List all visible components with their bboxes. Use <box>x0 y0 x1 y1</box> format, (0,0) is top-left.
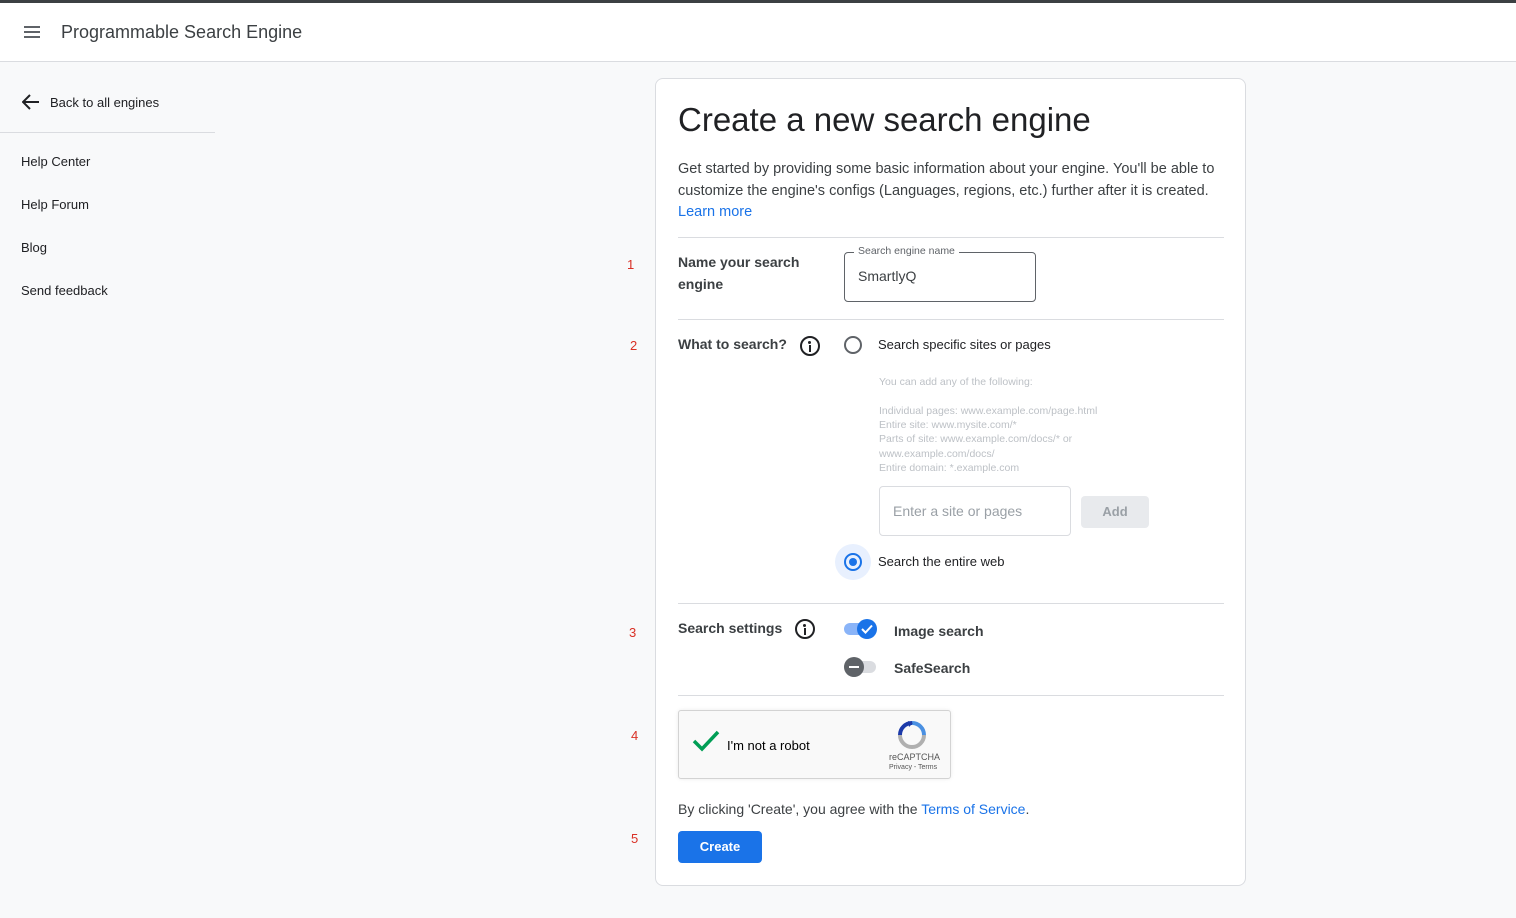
sidebar-item-help-forum[interactable]: Help Forum <box>21 197 89 212</box>
recaptcha-privacy-terms[interactable]: Privacy - Terms <box>889 764 937 771</box>
step-number: 4 <box>631 728 639 743</box>
hint-line: You can add any of the following: <box>879 376 1033 388</box>
info-icon[interactable] <box>795 619 815 639</box>
divider <box>678 603 1224 604</box>
divider <box>678 237 1224 238</box>
hint-line: Entire domain: *.example.com <box>879 462 1020 474</box>
option-entire-web-label: Search the entire web <box>878 554 1005 569</box>
learn-more-link[interactable]: Learn more <box>678 204 752 220</box>
add-site-button[interactable]: Add <box>1081 496 1149 528</box>
arrow-back-icon <box>22 94 39 110</box>
divider <box>678 695 1224 696</box>
hint-line: www.example.com/docs/ <box>879 448 995 460</box>
sidebar-item-help-center[interactable]: Help Center <box>21 154 90 169</box>
radio-entire-web[interactable] <box>844 553 862 571</box>
captcha-label: I'm not a robot <box>727 738 810 753</box>
step-number: 5 <box>631 831 639 846</box>
back-link-label: Back to all engines <box>50 95 160 110</box>
site-input[interactable] <box>893 503 1063 519</box>
what-to-search-label: What to search? <box>678 336 787 352</box>
engine-name-field[interactable]: Search engine name <box>844 245 1036 302</box>
search-settings-label: Search settings <box>678 620 783 636</box>
sidebar-item-send-feedback[interactable]: Send feedback <box>21 283 108 298</box>
terms-of-service-link[interactable]: Terms of Service <box>921 801 1025 817</box>
create-engine-card: Create a new search engine Get started b… <box>655 78 1246 886</box>
terms-notice: By clicking 'Create', you agree with the… <box>678 801 1029 817</box>
minus-icon <box>849 666 859 668</box>
create-button[interactable]: Create <box>678 831 762 863</box>
terms-suffix: . <box>1025 801 1030 817</box>
radio-specific-sites[interactable] <box>844 336 862 354</box>
recaptcha-widget: I'm not a robot reCAPTCHA Privacy - Term… <box>678 710 951 779</box>
safesearch-toggle[interactable] <box>844 657 878 677</box>
back-to-all-engines-link[interactable]: Back to all engines <box>0 62 215 133</box>
recaptcha-logo-icon <box>898 721 926 749</box>
sidebar: Back to all engines Help Center Help For… <box>0 62 215 918</box>
recaptcha-brand: reCAPTCHA <box>889 752 941 762</box>
menu-icon[interactable] <box>18 18 46 46</box>
step-number: 3 <box>629 625 637 640</box>
hint-line: Parts of site: www.example.com/docs/* or <box>879 433 1073 445</box>
intro-body: Get started by providing some basic info… <box>678 161 1215 199</box>
step-number: 2 <box>630 338 638 353</box>
hint-line: Entire site: www.mysite.com/* <box>879 419 1017 431</box>
option-specific-sites-label: Search specific sites or pages <box>878 337 1051 352</box>
safesearch-label: SafeSearch <box>894 660 971 676</box>
info-icon[interactable] <box>800 336 820 356</box>
hint-line: Individual pages: www.example.com/page.h… <box>879 405 1098 417</box>
site-input-field[interactable] <box>879 486 1071 536</box>
divider <box>678 319 1224 320</box>
image-search-toggle[interactable] <box>844 619 878 639</box>
app-title: Programmable Search Engine <box>61 22 303 42</box>
image-search-label: Image search <box>894 623 984 639</box>
terms-prefix: By clicking 'Create', you agree with the <box>678 801 922 817</box>
toggle-knob <box>844 657 864 677</box>
captcha-checkmark-icon[interactable] <box>692 729 720 753</box>
intro-text: Get started by providing some basic info… <box>678 159 1228 224</box>
step-number: 1 <box>627 257 635 272</box>
toggle-knob <box>857 619 877 639</box>
engine-name-input[interactable] <box>858 268 1028 284</box>
name-section-label: Name your search engine <box>678 254 800 292</box>
sidebar-item-blog[interactable]: Blog <box>21 240 47 255</box>
checkmark-icon <box>861 624 873 634</box>
page-title: Create a new search engine <box>678 101 1091 138</box>
engine-name-floating-label: Search engine name <box>854 245 959 257</box>
app-header: Programmable Search Engine <box>0 3 1516 62</box>
